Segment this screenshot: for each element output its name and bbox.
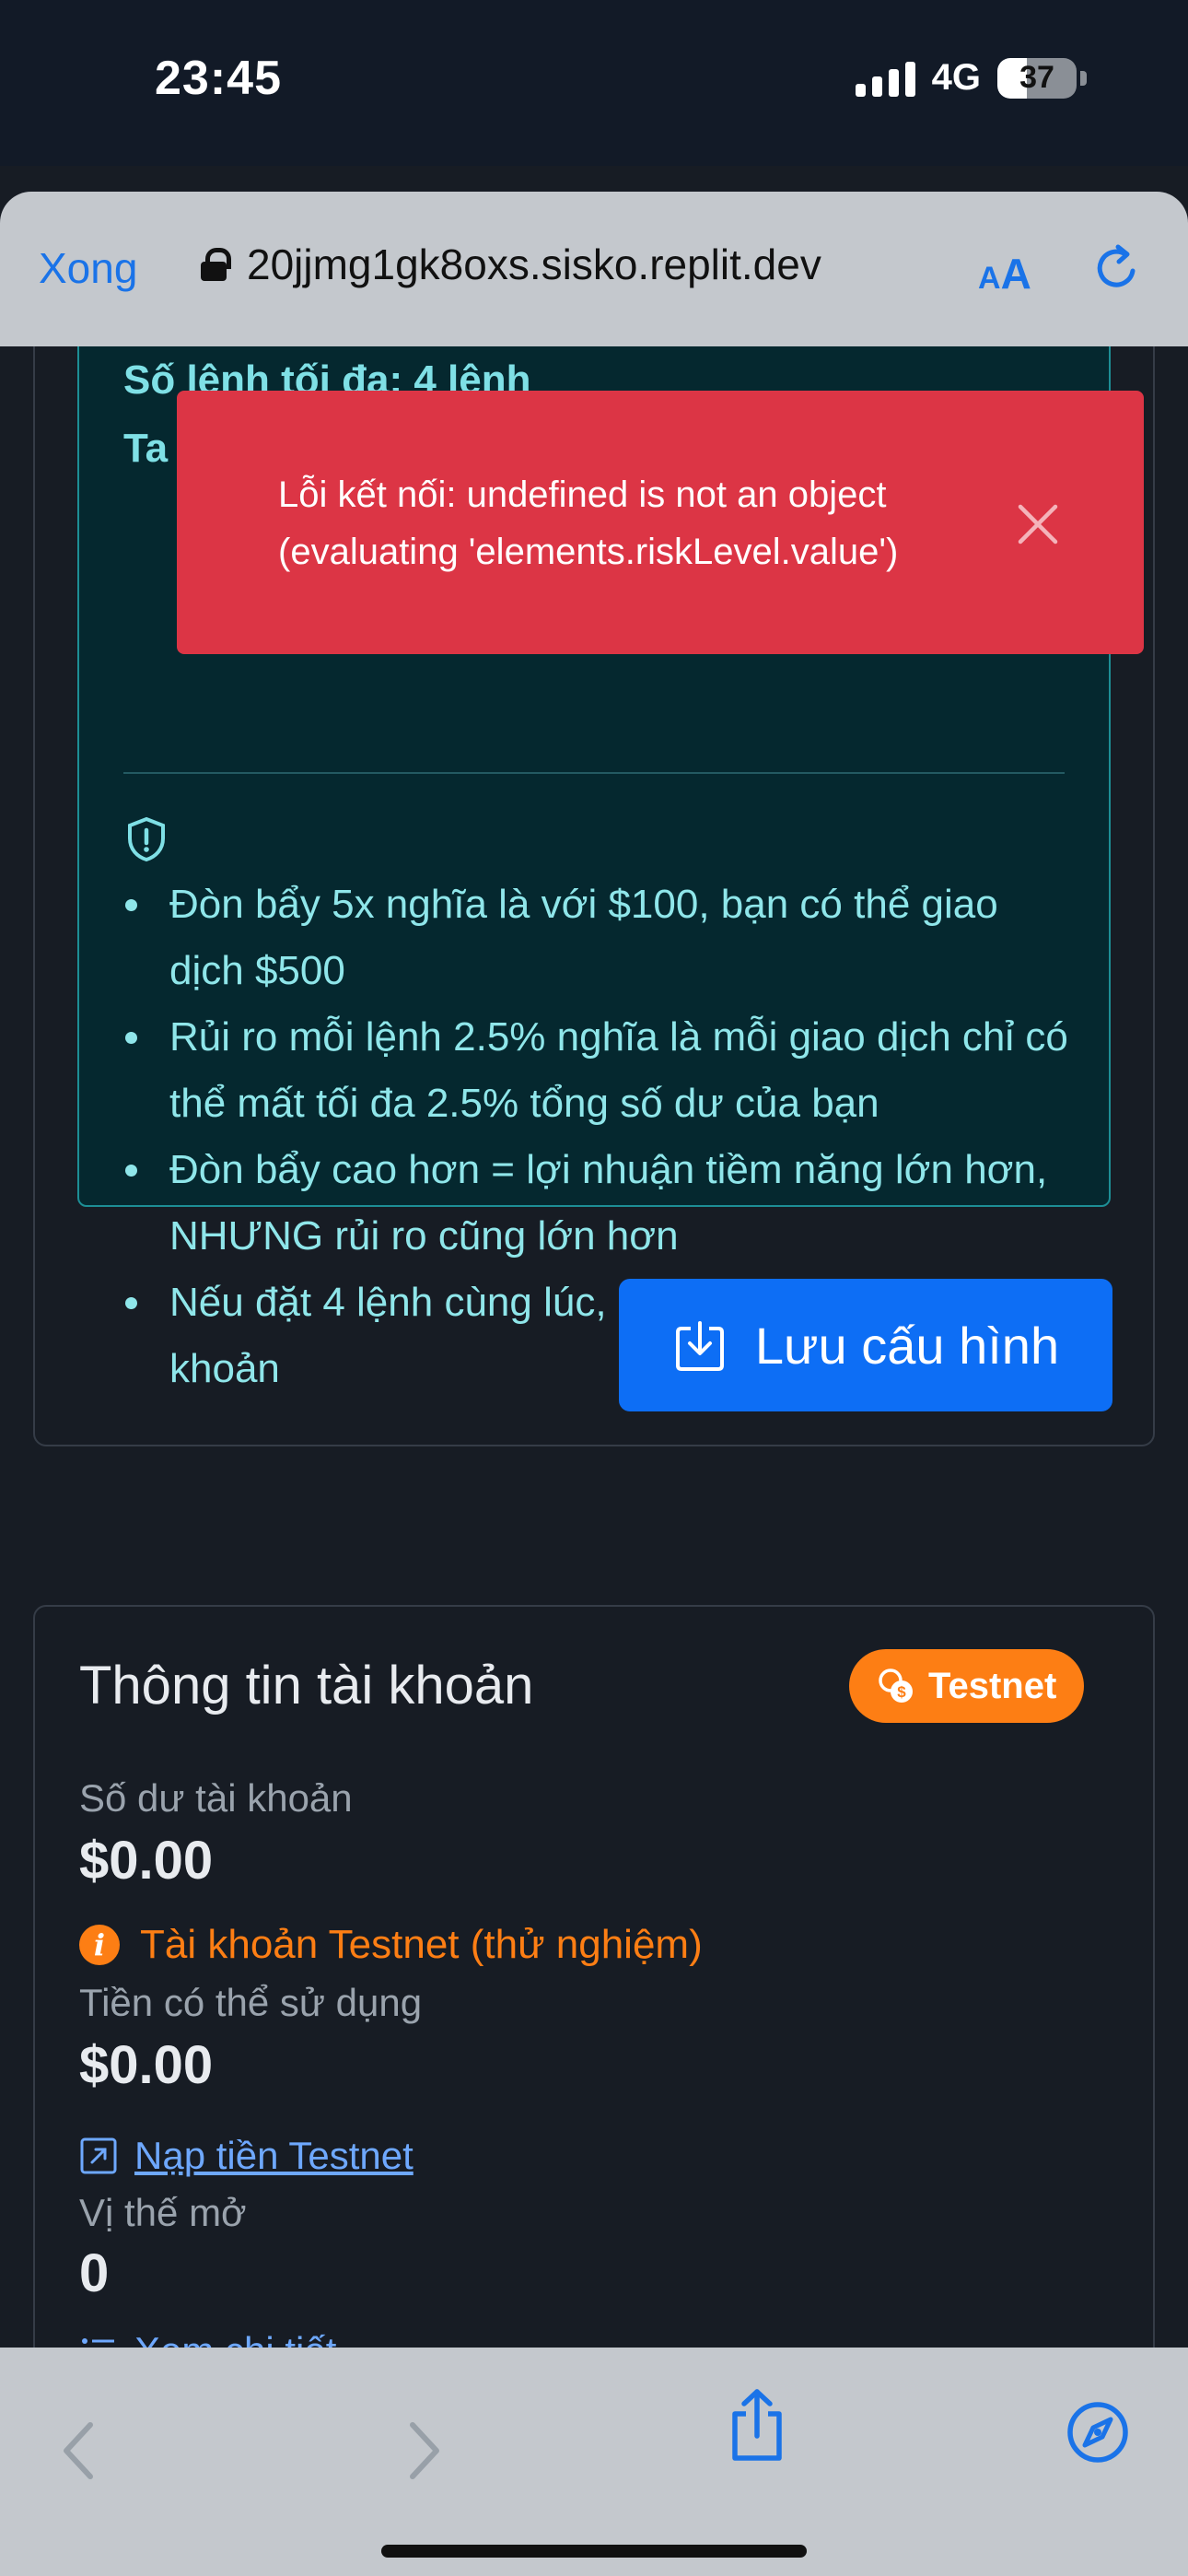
testnet-note: i Tài khoản Testnet (thử nghiệm) bbox=[79, 1922, 703, 1968]
home-indicator bbox=[381, 2545, 807, 2558]
url-field[interactable]: 20jjmg1gk8oxs.sisko.replit.dev bbox=[201, 240, 821, 289]
close-icon[interactable] bbox=[1011, 498, 1065, 551]
battery-percent: 37 bbox=[1019, 60, 1054, 95]
save-button-label: Lưu cấu hình bbox=[754, 1316, 1060, 1375]
svg-text:$: $ bbox=[897, 1683, 906, 1701]
divider bbox=[123, 772, 1065, 774]
list-item: Đòn bẩy 5x nghĩa là với $100, bạn có thể… bbox=[123, 872, 1081, 1004]
positions-value: 0 bbox=[79, 2243, 110, 2303]
text-size-small-glyph: A bbox=[978, 261, 1001, 296]
browser-address-bar: Xong 20jjmg1gk8oxs.sisko.replit.dev AA bbox=[0, 192, 1188, 346]
error-message: Lỗi kết nối: undefined is not an object … bbox=[278, 474, 899, 572]
error-toast: Lỗi kết nối: undefined is not an object … bbox=[177, 391, 1144, 654]
details-link-text: Xem chi tiết bbox=[134, 2329, 336, 2348]
shield-icon bbox=[128, 816, 165, 862]
lock-icon bbox=[201, 248, 231, 281]
deposit-testnet-link[interactable]: Nạp tiền Testnet bbox=[79, 2134, 413, 2178]
text-size-large-glyph: A bbox=[1000, 250, 1031, 298]
info-icon: i bbox=[79, 1925, 120, 1965]
view-details-link[interactable]: Xem chi tiết bbox=[79, 2329, 336, 2348]
done-button[interactable]: Xong bbox=[39, 243, 137, 293]
battery-tip bbox=[1080, 70, 1087, 86]
browser-toolbar bbox=[0, 2348, 1188, 2576]
download-icon bbox=[675, 1321, 724, 1371]
status-time: 23:45 bbox=[155, 52, 282, 105]
testnet-badge: $ Testnet bbox=[849, 1649, 1085, 1723]
balance-label: Số dư tài khoản bbox=[79, 1776, 353, 1820]
save-config-button[interactable]: Lưu cấu hình bbox=[619, 1279, 1112, 1411]
deposit-link-text: Nạp tiền Testnet bbox=[134, 2134, 413, 2177]
back-icon[interactable] bbox=[57, 2418, 101, 2484]
available-label: Tiền có thể sử dụng bbox=[79, 1981, 423, 2024]
text-size-button[interactable]: AA bbox=[978, 249, 1031, 299]
list-item: Đòn bẩy cao hơn = lợi nhuận tiềm năng lớ… bbox=[123, 1137, 1081, 1270]
list-item: Rủi ro mỗi lệnh 2.5% nghĩa là mỗi giao d… bbox=[123, 1004, 1081, 1137]
coins-icon: $ bbox=[879, 1669, 913, 1703]
network-type: 4G bbox=[931, 57, 981, 98]
account-info-card: Thông tin tài khoản $ Testnet Số dư tài … bbox=[33, 1605, 1155, 2348]
badge-label: Testnet bbox=[928, 1665, 1057, 1706]
url-text: 20jjmg1gk8oxs.sisko.replit.dev bbox=[247, 240, 821, 288]
share-icon[interactable] bbox=[724, 2386, 790, 2464]
external-link-icon bbox=[80, 2137, 117, 2174]
status-indicators: 4G 37 bbox=[855, 57, 1087, 99]
available-value: $0.00 bbox=[79, 2035, 214, 2095]
reload-icon[interactable] bbox=[1090, 241, 1144, 295]
balance-value: $0.00 bbox=[79, 1831, 214, 1891]
list-icon bbox=[82, 2338, 114, 2344]
battery-icon: 37 bbox=[997, 57, 1077, 99]
info-line-partial: Ta bbox=[123, 426, 169, 471]
positions-label: Vị thế mở bbox=[79, 2191, 247, 2234]
account-title: Thông tin tài khoản bbox=[79, 1656, 534, 1715]
compass-icon[interactable] bbox=[1065, 2399, 1131, 2465]
testnet-note-text: Tài khoản Testnet (thử nghiệm) bbox=[140, 1922, 703, 1967]
cellular-signal-icon bbox=[855, 60, 915, 97]
forward-icon[interactable] bbox=[402, 2418, 446, 2484]
status-bar: 23:45 4G 37 bbox=[0, 0, 1188, 166]
